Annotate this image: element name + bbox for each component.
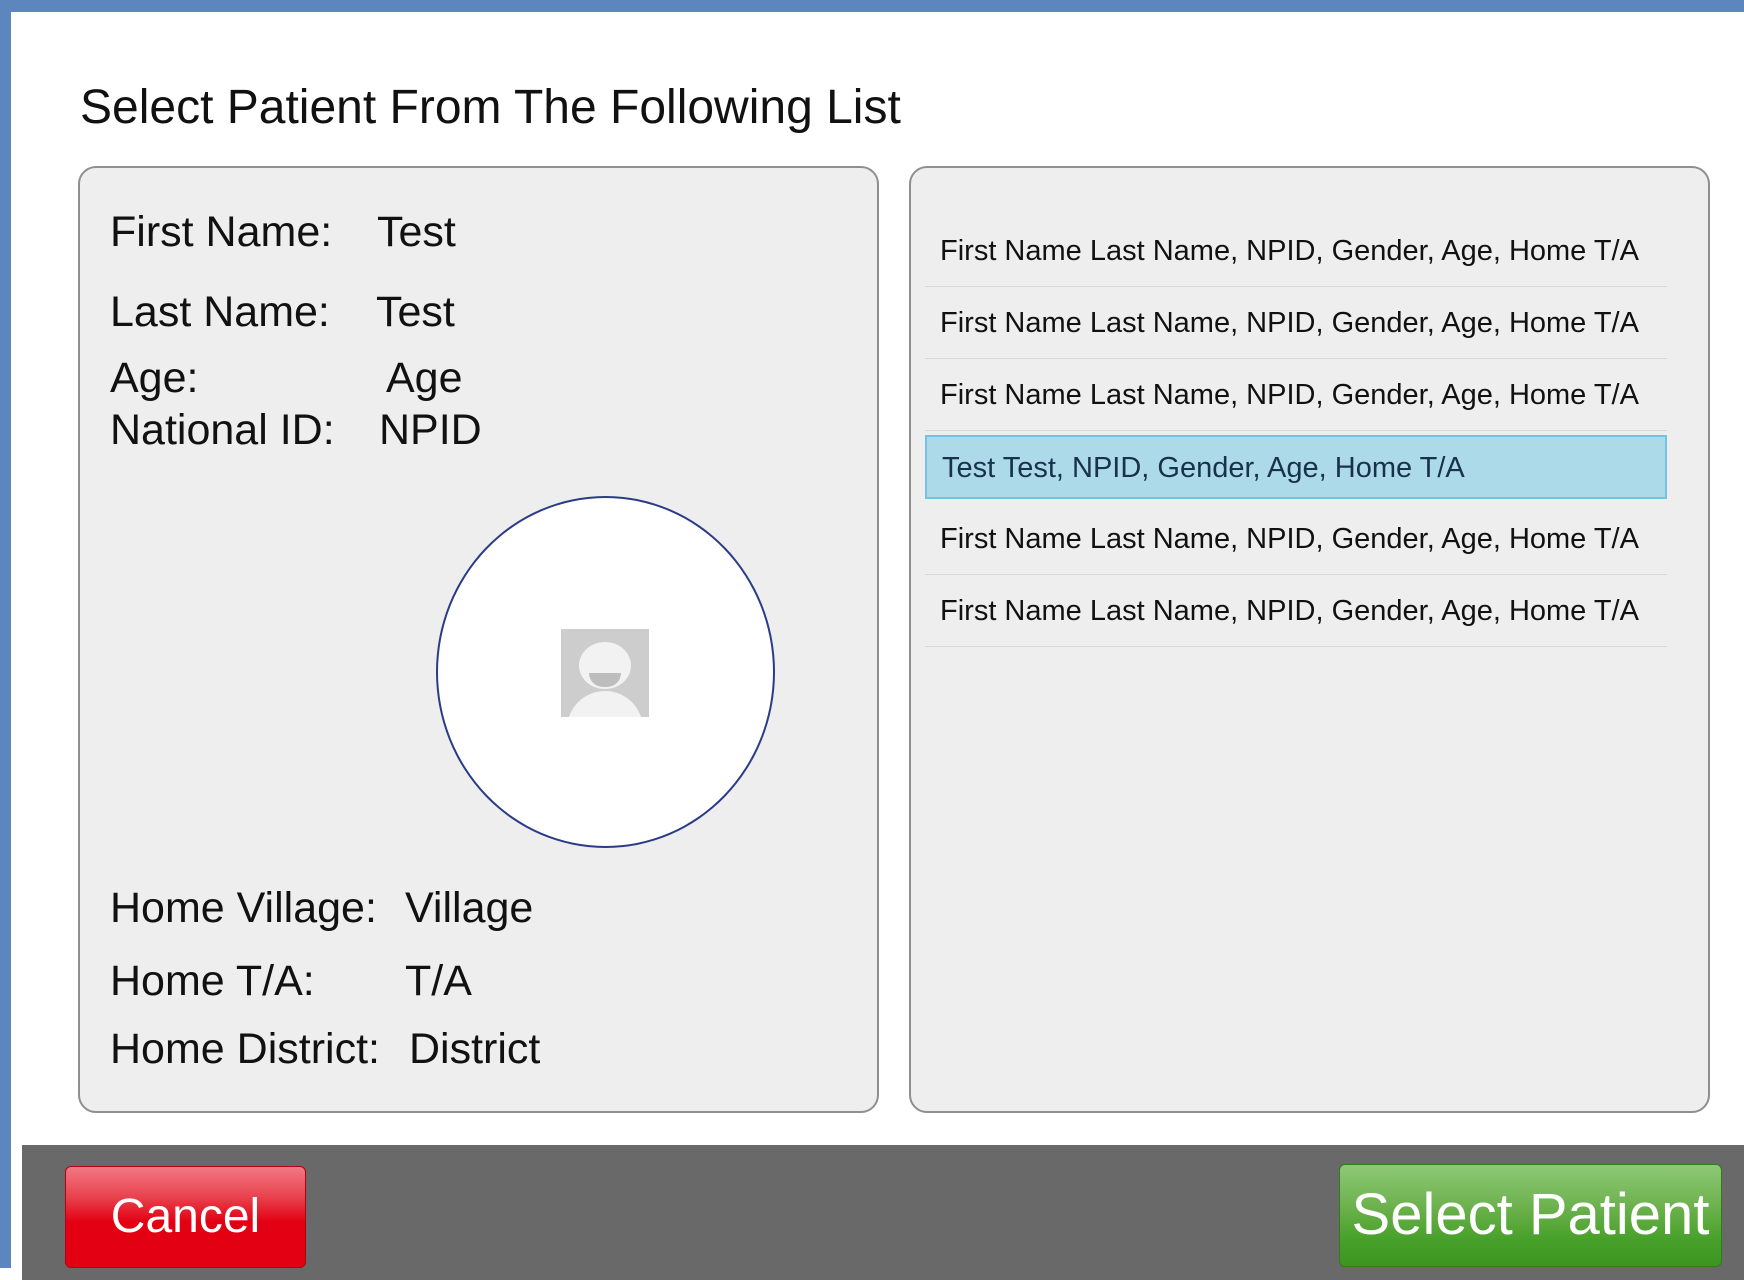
footer-bar: Cancel Select Patient xyxy=(22,1145,1744,1280)
patient-list-item[interactable]: First Name Last Name, NPID, Gender, Age,… xyxy=(925,215,1667,287)
patient-photo xyxy=(436,496,775,848)
age-label: Age: xyxy=(110,354,199,402)
patient-list-item[interactable]: First Name Last Name, NPID, Gender, Age,… xyxy=(925,287,1667,359)
select-patient-button[interactable]: Select Patient xyxy=(1339,1164,1722,1267)
patient-list-item[interactable]: First Name Last Name, NPID, Gender, Age,… xyxy=(925,359,1667,431)
app-window: Select Patient From The Following List F… xyxy=(0,0,1744,1280)
national-id-label: National ID: xyxy=(110,406,335,454)
patient-list-item-selected[interactable]: Test Test, NPID, Gender, Age, Home T/A xyxy=(925,435,1667,499)
patient-list-item[interactable]: First Name Last Name, NPID, Gender, Age,… xyxy=(925,575,1667,647)
home-ta-value: T/A xyxy=(405,957,472,1005)
last-name-value: Test xyxy=(376,288,455,336)
first-name-value: Test xyxy=(377,208,456,256)
home-district-value: District xyxy=(409,1025,541,1073)
home-village-label: Home Village: xyxy=(110,884,377,932)
patient-list-panel: First Name Last Name, NPID, Gender, Age,… xyxy=(909,166,1710,1113)
first-name-label: First Name: xyxy=(110,208,333,256)
page-title: Select Patient From The Following List xyxy=(80,81,901,134)
home-ta-label: Home T/A: xyxy=(110,957,315,1005)
patient-details-panel: First Name: Test Last Name: Test Age: Ag… xyxy=(78,166,879,1113)
home-village-value: Village xyxy=(405,884,534,932)
home-district-label: Home District: xyxy=(110,1025,380,1073)
cancel-button[interactable]: Cancel xyxy=(65,1166,306,1268)
national-id-value: NPID xyxy=(379,406,482,454)
last-name-label: Last Name: xyxy=(110,288,330,336)
patient-list: First Name Last Name, NPID, Gender, Age,… xyxy=(925,215,1667,647)
user-silhouette-icon xyxy=(561,629,649,717)
patient-list-item[interactable]: First Name Last Name, NPID, Gender, Age,… xyxy=(925,503,1667,575)
age-value: Age xyxy=(386,354,463,402)
